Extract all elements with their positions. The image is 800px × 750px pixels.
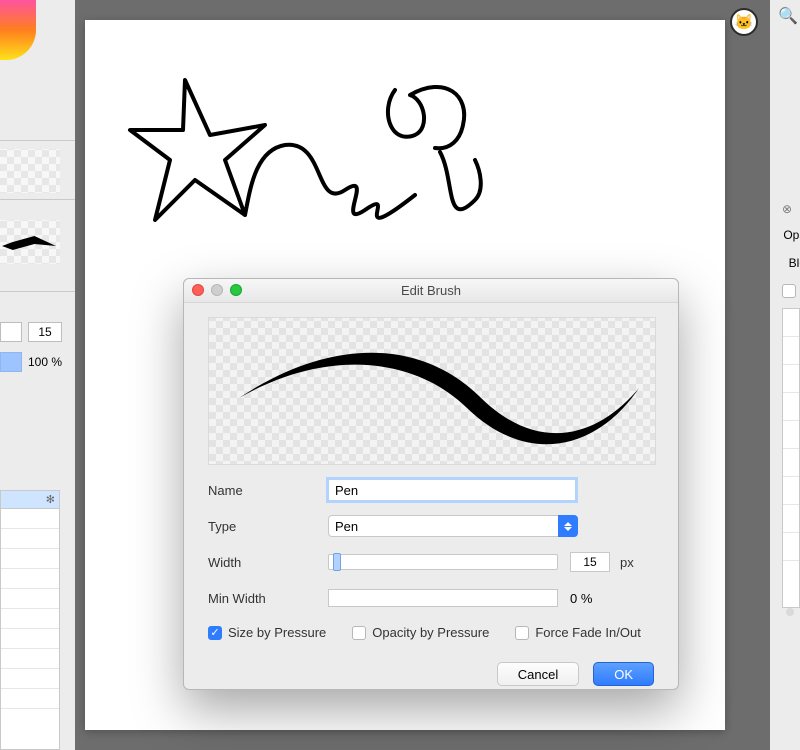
minwidth-slider[interactable] <box>328 589 558 607</box>
force-fade-checkbox[interactable]: Force Fade In/Out <box>515 625 641 640</box>
opacity-color-chip[interactable] <box>0 352 22 372</box>
width-label: Width <box>208 555 328 570</box>
name-input[interactable] <box>328 479 576 501</box>
type-select[interactable]: Pen <box>328 515 578 537</box>
list-item[interactable] <box>783 309 799 337</box>
left-list: ✻ <box>0 490 60 750</box>
checkbox-icon <box>515 626 529 640</box>
window-controls <box>192 284 242 296</box>
checkbox-label: Opacity by Pressure <box>372 625 489 640</box>
edit-brush-dialog: Edit Brush Name Type Pen Width <box>183 278 679 690</box>
list-item[interactable] <box>783 393 799 421</box>
list-item[interactable] <box>783 533 799 561</box>
dialog-titlebar[interactable]: Edit Brush <box>184 279 678 303</box>
user-avatar-icon[interactable]: 🐱 <box>730 8 758 36</box>
list-item[interactable] <box>1 549 59 569</box>
type-label: Type <box>208 519 328 534</box>
checkbox-label: Force Fade In/Out <box>535 625 641 640</box>
list-item[interactable] <box>783 505 799 533</box>
type-select-wrap: Pen <box>328 515 578 537</box>
width-slider[interactable] <box>328 554 558 570</box>
left-sidebar: 15 100 % ✻ <box>0 0 75 750</box>
list-item[interactable] <box>1 509 59 529</box>
gear-icon[interactable]: ✻ <box>46 493 55 506</box>
width-value-input[interactable] <box>570 552 610 572</box>
size-by-pressure-checkbox[interactable]: ✓ Size by Pressure <box>208 625 326 640</box>
list-item[interactable] <box>783 365 799 393</box>
opacity-value: 100 % <box>28 355 62 369</box>
color-gradient-swatch <box>0 0 36 60</box>
minwidth-label: Min Width <box>208 591 328 606</box>
width-row: Width px <box>208 551 654 573</box>
width-unit: px <box>620 555 634 570</box>
list-item[interactable] <box>783 337 799 365</box>
user-stroke-drawing <box>115 40 535 300</box>
checkbox-label: Size by Pressure <box>228 625 326 640</box>
checkbox-row: ✓ Size by Pressure Opacity by Pressure F… <box>208 625 654 640</box>
name-row: Name <box>208 479 654 501</box>
list-item[interactable] <box>1 609 59 629</box>
list-item[interactable] <box>783 477 799 505</box>
minimize-window-icon[interactable] <box>211 284 223 296</box>
checkbox-icon <box>352 626 366 640</box>
ok-button[interactable]: OK <box>593 662 654 686</box>
type-row: Type Pen <box>208 515 654 537</box>
brush-stroke-preview <box>0 212 75 292</box>
right-checkbox[interactable] <box>782 284 796 298</box>
dialog-title: Edit Brush <box>401 283 461 298</box>
cancel-button[interactable]: Cancel <box>497 662 579 686</box>
right-label-blend: Ble <box>789 256 800 270</box>
brush-size-value[interactable]: 15 <box>28 322 62 342</box>
list-item[interactable] <box>1 529 59 549</box>
list-item[interactable] <box>1 589 59 609</box>
brush-opacity-row: 100 % <box>0 350 75 374</box>
dialog-body: Name Type Pen Width px Min Width 0 % <box>184 303 678 702</box>
list-item[interactable] <box>1 649 59 669</box>
right-label-opacity: Opa <box>783 228 800 242</box>
close-window-icon[interactable] <box>192 284 204 296</box>
right-panel: 🔍 ⊗ Opa Ble <box>776 0 800 750</box>
list-item[interactable] <box>783 449 799 477</box>
status-dot-icon <box>786 608 794 616</box>
opacity-by-pressure-checkbox[interactable]: Opacity by Pressure <box>352 625 489 640</box>
minwidth-value: 0 % <box>570 591 592 606</box>
list-item[interactable] <box>1 569 59 589</box>
dialog-button-row: Cancel OK <box>208 662 654 686</box>
transparency-preview-1 <box>0 140 75 200</box>
list-item[interactable] <box>783 421 799 449</box>
zoom-window-icon[interactable] <box>230 284 242 296</box>
slider-thumb[interactable] <box>333 553 341 571</box>
name-label: Name <box>208 483 328 498</box>
brush-size-row: 15 <box>0 320 75 344</box>
zoom-icon[interactable]: 🔍 <box>778 6 798 26</box>
left-list-header[interactable]: ✻ <box>1 491 59 509</box>
chevron-updown-icon[interactable] <box>558 515 578 537</box>
list-item[interactable] <box>1 669 59 689</box>
checkbox-icon: ✓ <box>208 626 222 640</box>
brush-size-swatch[interactable] <box>0 322 22 342</box>
list-item[interactable] <box>1 629 59 649</box>
list-item[interactable] <box>1 689 59 709</box>
minwidth-row: Min Width 0 % <box>208 587 654 609</box>
close-icon[interactable]: ⊗ <box>782 202 792 216</box>
right-list <box>782 308 800 608</box>
brush-preview <box>208 317 656 465</box>
